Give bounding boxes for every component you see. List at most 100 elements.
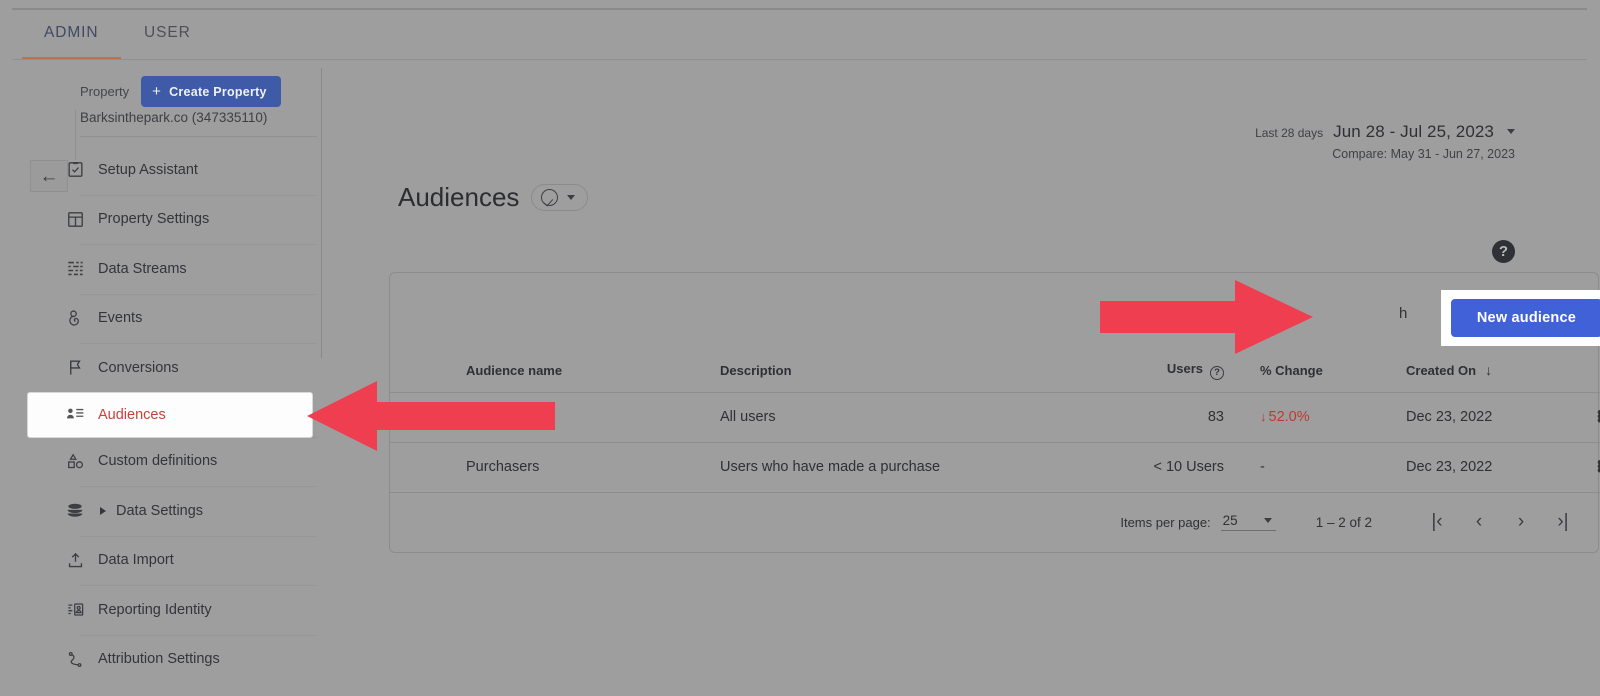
date-range-picker[interactable]: Last 28 days Jun 28 - Jul 25, 2023 Compa… (1255, 122, 1515, 161)
path-curve-icon (64, 648, 86, 670)
data-streams-icon (64, 258, 86, 280)
sidebar-item-data-import[interactable]: Data Import (12, 535, 322, 586)
admin-user-tabbar: ADMIN USER (12, 10, 1587, 60)
cell-created-on: Dec 23, 2022 (1390, 442, 1570, 493)
arrow-pointing-new-audience (1100, 280, 1313, 354)
audiences-card: h New audience Audience name Description… (389, 272, 1600, 553)
cell-users: < 10 Users (1080, 442, 1230, 493)
cell-percent-change: ↓ 52.0% (1230, 392, 1390, 443)
chevron-right-icon[interactable] (100, 506, 106, 515)
sidebar-item-label: Events (98, 310, 143, 327)
column-header-created-on-label: Created On (1406, 362, 1477, 378)
table-body: All users 83 ↓52.0% Dec 23, 2022 ••• Pur (390, 392, 1600, 493)
sidebar-item-label: Data Import (98, 552, 174, 569)
date-range-line: Last 28 days Jun 28 - Jul 25, 2023 (1255, 122, 1515, 142)
cell-row-actions[interactable]: ••• (1570, 442, 1600, 493)
items-per-page-select[interactable]: 25 (1220, 513, 1276, 531)
table-paginator: Items per page: 25 1 – 2 of 2 |‹ ‹ › ›| (390, 492, 1598, 552)
new-audience-button[interactable]: New audience (1450, 299, 1600, 337)
property-name[interactable]: Barksinthepark.co (347335110) (80, 110, 267, 125)
cell-users: 83 (1080, 392, 1230, 443)
pagination-range-label: 1 – 2 of 2 (1315, 514, 1372, 530)
column-header-description[interactable]: Description (720, 361, 1080, 393)
cell-row-actions[interactable]: ••• (1570, 392, 1600, 443)
sidebar-item-data-streams[interactable]: Data Streams (12, 244, 322, 294)
sidebar-item-label: Data Streams (98, 260, 187, 277)
tab-user[interactable]: USER (144, 24, 191, 42)
cell-percent-change: - (1230, 442, 1390, 493)
tap-hand-icon (64, 307, 86, 329)
shapes-icon (64, 450, 86, 472)
users-help-icon[interactable]: ? (1210, 365, 1224, 380)
column-header-percent-change[interactable]: % Change (1230, 361, 1390, 393)
create-property-label: Create Property (169, 84, 267, 99)
sidebar-item-label: Custom definitions (98, 453, 218, 470)
table-row[interactable]: Purchasers Users who have made a purchas… (390, 442, 1600, 493)
sidebar-item-events[interactable]: Events (12, 293, 322, 344)
plus-icon: + (152, 83, 162, 100)
audience-status-chip[interactable] (531, 184, 589, 211)
search-input[interactable]: h (1399, 305, 1408, 322)
previous-page-button[interactable]: ‹ (1458, 511, 1500, 533)
cell-description: All users (720, 392, 1080, 443)
database-icon (64, 500, 86, 522)
column-header-users[interactable]: Users? (1080, 361, 1230, 393)
upload-icon (64, 549, 86, 571)
ga4-admin-app: ADMIN USER ← Property + Create Property … (12, 8, 1600, 690)
audiences-table: Audience name Description Users? % Chang… (390, 361, 1600, 493)
column-header-users-label: Users (1166, 361, 1203, 376)
sidebar-item-setup-assistant[interactable]: Setup Assistant (12, 145, 322, 195)
create-property-button[interactable]: + Create Property (141, 76, 281, 107)
sidebar-divider (80, 136, 317, 137)
layout-panels-icon (64, 208, 86, 230)
page-title: Audiences (398, 182, 520, 212)
chevron-down-icon[interactable] (1507, 129, 1515, 134)
property-header: Property + Create Property (80, 76, 281, 107)
sort-descending-icon[interactable]: ↓ (1485, 362, 1492, 378)
chevron-down-icon[interactable] (567, 195, 576, 200)
more-vertical-icon[interactable]: ••• (1570, 454, 1600, 479)
sidebar-nav-list: Setup Assistant Property Settings Data S… (12, 145, 322, 684)
column-header-created-on[interactable]: Created On ↓ (1390, 361, 1570, 393)
table-header: Audience name Description Users? % Chang… (390, 361, 1600, 393)
help-icon[interactable]: ? (1492, 240, 1515, 263)
last-page-button[interactable]: ›| (1542, 511, 1584, 533)
table-header-row: Audience name Description Users? % Chang… (390, 361, 1600, 393)
next-page-button[interactable]: › (1500, 511, 1542, 533)
arrow-down-icon: ↓ (1260, 409, 1267, 424)
screen-root: ADMIN USER ← Property + Create Property … (0, 0, 1600, 696)
items-per-page-label: Items per page: (1120, 514, 1211, 530)
items-per-page-value: 25 (1222, 513, 1238, 528)
sidebar-item-audiences[interactable]: Audiences (28, 392, 312, 437)
sidebar-item-label: Property Settings (98, 211, 210, 228)
chevron-down-icon[interactable] (1263, 518, 1272, 523)
main-content: Last 28 days Jun 28 - Jul 25, 2023 Compa… (322, 60, 1600, 688)
sidebar-item-reporting-identity[interactable]: Reporting Identity (12, 585, 322, 635)
date-compare-label: Compare: May 31 - Jun 27, 2023 (1332, 146, 1515, 161)
first-page-button[interactable]: |‹ (1416, 511, 1458, 533)
admin-sidebar: ← Property + Create Property Barksinthep… (12, 60, 322, 690)
change-down: ↓ 52.0% (1260, 409, 1310, 425)
cell-description: Users who have made a purchase (720, 442, 1080, 493)
new-audience-highlight: New audience (1440, 290, 1600, 346)
sidebar-item-conversions[interactable]: Conversions (12, 343, 322, 393)
sidebar-item-custom-definitions[interactable]: Custom definitions (12, 436, 322, 487)
page-title-row: Audiences (398, 182, 589, 213)
sidebar-item-data-settings[interactable]: Data Settings (12, 486, 322, 536)
change-value: 52.0% (1268, 409, 1310, 425)
sidebar-item-label: Setup Assistant (98, 161, 198, 178)
date-preset-label: Last 28 days (1255, 126, 1324, 140)
sidebar-item-label: Conversions (98, 359, 179, 376)
sidebar-item-attribution-settings[interactable]: Attribution Settings (12, 634, 322, 685)
card-toolbar: h New audience (390, 273, 1600, 361)
check-circle-icon (541, 189, 559, 206)
sidebar-item-property-settings[interactable]: Property Settings (12, 194, 322, 245)
sidebar-item-label: Attribution Settings (98, 651, 220, 668)
tab-admin[interactable]: ADMIN (21, 24, 123, 59)
more-vertical-icon[interactable]: ••• (1570, 404, 1600, 429)
cell-created-on: Dec 23, 2022 (1390, 392, 1570, 443)
date-range-label: Jun 28 - Jul 25, 2023 (1333, 122, 1494, 141)
sidebar-item-label: Reporting Identity (98, 601, 212, 618)
flag-icon (64, 357, 86, 379)
table-row[interactable]: All users 83 ↓52.0% Dec 23, 2022 ••• (390, 392, 1600, 443)
